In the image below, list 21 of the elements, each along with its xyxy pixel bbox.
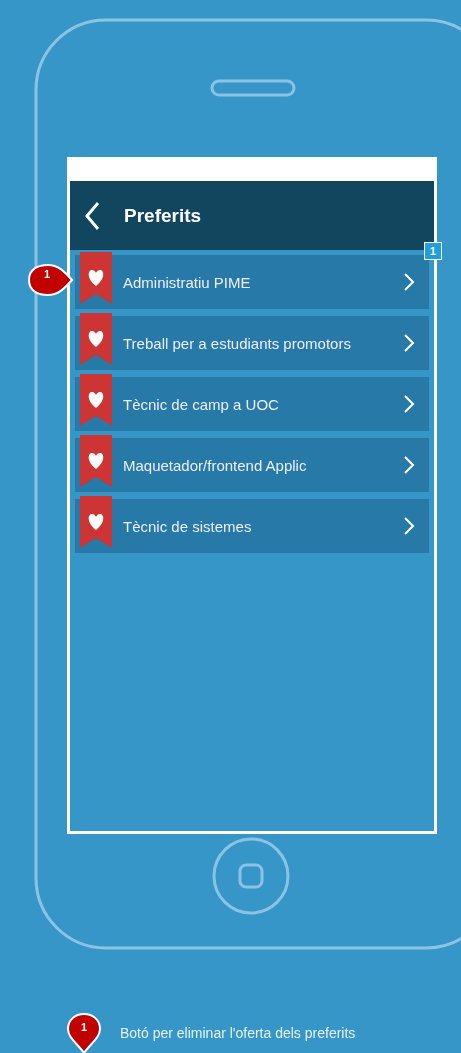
heart-ribbon-icon[interactable] bbox=[80, 374, 112, 426]
favorite-item[interactable]: Maquetador/frontend Applic bbox=[75, 438, 429, 492]
chevron-right-icon bbox=[403, 394, 415, 414]
heart-ribbon-icon[interactable] bbox=[80, 435, 112, 487]
back-icon[interactable] bbox=[84, 200, 100, 231]
chevron-right-icon bbox=[403, 272, 415, 292]
favorite-item[interactable]: Treball per a estudiants promotors bbox=[75, 316, 429, 370]
heart-ribbon-icon[interactable] bbox=[80, 496, 112, 548]
legend-text: Botó per eliminar l'oferta dels preferits bbox=[120, 1025, 356, 1041]
annotation-badge: 1 bbox=[424, 242, 442, 260]
map-pin-marker: 1 bbox=[66, 1012, 102, 1053]
favorite-item[interactable]: Administratiu PIME bbox=[75, 255, 429, 309]
chevron-right-icon bbox=[403, 516, 415, 536]
chevron-right-icon bbox=[403, 333, 415, 353]
callout-marker: 1 bbox=[26, 263, 74, 297]
heart-ribbon-icon[interactable] bbox=[80, 313, 112, 365]
heart-ribbon-icon[interactable] bbox=[80, 252, 112, 304]
screen-title: Preferits bbox=[124, 204, 202, 227]
chevron-right-icon bbox=[403, 455, 415, 475]
favorite-item[interactable]: Tècnic de camp a UOC bbox=[75, 377, 429, 431]
favorite-item[interactable]: Tècnic de sistemes bbox=[75, 499, 429, 553]
